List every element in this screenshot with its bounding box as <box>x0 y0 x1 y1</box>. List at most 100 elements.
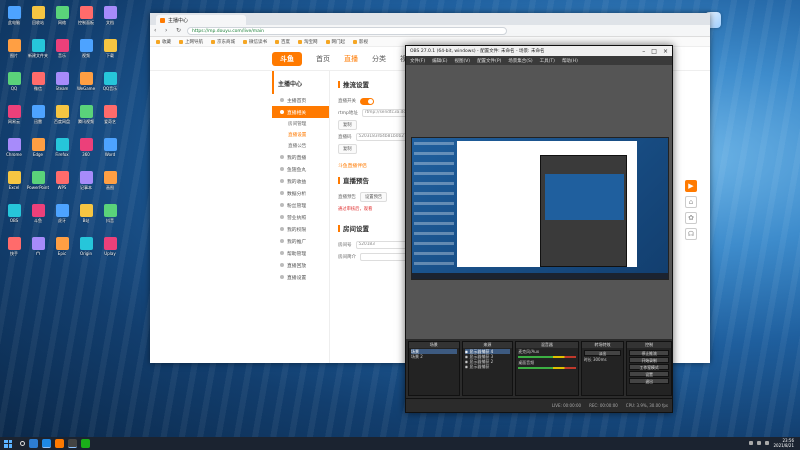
refresh-icon[interactable]: ↻ <box>176 27 182 34</box>
home-icon[interactable]: ⌂ <box>685 196 697 208</box>
desktop-icon[interactable]: 视频 <box>74 39 98 67</box>
bookmark-item[interactable]: 淘宝网 <box>298 39 318 45</box>
sidebar-item[interactable]: 数据分析 <box>272 187 329 199</box>
desktop-icon[interactable]: 网易云 <box>2 105 26 133</box>
obs-menu-item[interactable]: 编辑(E) <box>432 58 447 64</box>
desktop-icon[interactable]: 文档 <box>98 6 122 34</box>
desktop-icon[interactable]: WeGame <box>74 72 98 100</box>
search-icon[interactable] <box>20 441 25 446</box>
sidebar-item[interactable]: 鱼翅鱼丸 <box>272 163 329 175</box>
bookmark-item[interactable]: 京东商城 <box>211 39 235 45</box>
ime-icon[interactable] <box>765 441 770 445</box>
start-button[interactable] <box>4 439 12 448</box>
desktop-icon[interactable]: 百度网盘 <box>50 105 74 133</box>
desktop-icon[interactable]: 斗鱼 <box>26 204 50 232</box>
desktop-icon[interactable]: Word <box>98 138 122 166</box>
close-icon[interactable]: × <box>663 48 668 55</box>
desktop-icon[interactable]: 抖音 <box>98 204 122 232</box>
obs-menu-item[interactable]: 配置文件(P) <box>477 58 501 64</box>
sidebar-item[interactable]: 直播回放 <box>272 259 329 271</box>
desktop-icon[interactable]: QQ音乐 <box>98 72 122 100</box>
volume-icon[interactable] <box>757 441 762 445</box>
clock[interactable]: 23:56 2021/8/21 <box>773 438 794 448</box>
desktop-icon[interactable]: YY <box>26 237 50 265</box>
browser-taskbar-icon[interactable] <box>42 439 51 448</box>
scene-item[interactable]: 场景 2 <box>411 354 457 359</box>
desktop-icon[interactable]: Chrome <box>2 138 26 166</box>
desktop-icon[interactable]: QQ <box>2 72 26 100</box>
desktop-icon[interactable]: Edge <box>26 138 50 166</box>
desktop-icon[interactable]: 腾讯视频 <box>74 105 98 133</box>
desktop-icon[interactable]: 控制面板 <box>74 6 98 34</box>
gift-icon[interactable]: ✿ <box>685 212 697 224</box>
obs-menu-item[interactable]: 场景集合(S) <box>508 58 532 64</box>
sidebar-item[interactable]: 我的收益 <box>272 175 329 187</box>
desktop-icon[interactable]: 图片 <box>2 39 26 67</box>
duration-value[interactable]: 300ms <box>593 357 607 362</box>
bookmark-item[interactable]: 上网导航 <box>179 39 203 45</box>
minimize-icon[interactable]: – <box>642 48 645 55</box>
obs-control-button[interactable]: 工作室模式 <box>629 364 669 370</box>
desktop-icon[interactable]: 迅雷 <box>26 105 50 133</box>
sidebar-item[interactable]: 粉丝管理 <box>272 199 329 211</box>
obs-control-button[interactable]: 设置 <box>629 371 669 377</box>
desktop-icon[interactable]: 音乐 <box>50 39 74 67</box>
desktop-icon[interactable]: 记事本 <box>74 171 98 199</box>
headset-icon[interactable]: ☊ <box>685 228 697 240</box>
douyu-taskbar-icon[interactable] <box>55 439 64 448</box>
obs-menu-item[interactable]: 帮助(H) <box>562 58 578 64</box>
play-icon[interactable]: ▶ <box>685 180 697 192</box>
sidebar-item[interactable]: 主播首页 <box>272 94 329 106</box>
copy-rtmp-button[interactable]: 复制 <box>338 120 357 130</box>
obs-control-button[interactable]: 开始录制 <box>629 357 669 363</box>
sidebar-item[interactable]: 我的权限 <box>272 223 329 235</box>
douyu-logo[interactable]: 斗鱼 <box>272 51 302 66</box>
desktop-icon[interactable]: 快手 <box>2 237 26 265</box>
desktop-icon[interactable]: Uplay <box>98 237 122 265</box>
desktop-icon[interactable]: WPS <box>50 171 74 199</box>
live-toggle[interactable] <box>360 97 374 105</box>
set-preview-button[interactable]: 设置预告 <box>360 192 388 202</box>
bookmark-item[interactable]: 百度 <box>275 39 290 45</box>
desktop-icon[interactable]: 虎牙 <box>50 204 74 232</box>
site-nav-item[interactable]: 首页 <box>316 54 330 64</box>
desktop-icon[interactable]: 360 <box>74 138 98 166</box>
bookmark-item[interactable]: 微信读书 <box>243 39 267 45</box>
desktop-icon[interactable]: B站 <box>74 204 98 232</box>
sidebar-subitem[interactable]: 直播设置 <box>272 129 329 140</box>
sidebar-item[interactable]: 直播相关 <box>272 106 329 118</box>
taskview-icon[interactable] <box>29 439 38 448</box>
bookmark-item[interactable]: 影视 <box>353 39 368 45</box>
desktop-icon[interactable]: OBS <box>2 204 26 232</box>
desktop-icon[interactable]: PowerPoint <box>26 171 50 199</box>
wechat-taskbar-icon[interactable] <box>81 439 90 448</box>
sidebar-item[interactable]: 我的推广 <box>272 235 329 247</box>
browser-tab[interactable]: 主播中心 <box>156 15 246 25</box>
site-nav-item[interactable]: 分类 <box>372 54 386 64</box>
bookmark-item[interactable]: 网门起 <box>325 39 345 45</box>
desktop-icon[interactable]: Epic <box>50 237 74 265</box>
sidebar-item[interactable]: 帮助管理 <box>272 247 329 259</box>
obs-menu-item[interactable]: 视图(V) <box>454 58 470 64</box>
back-icon[interactable]: ‹ <box>154 27 160 34</box>
source-item[interactable]: ◉ 显示器捕获 <box>465 364 511 369</box>
desktop-icon[interactable]: 新建文件夹 <box>26 39 50 67</box>
desktop-icon[interactable]: 爱奇艺 <box>98 105 122 133</box>
transition-select[interactable]: 淡出 <box>583 350 622 356</box>
sidebar-subitem[interactable]: 直播公告 <box>272 140 329 151</box>
desktop-icon[interactable]: 下载 <box>98 39 122 67</box>
desktop-icon[interactable]: Steam <box>50 72 74 100</box>
desktop-icon[interactable]: 回收站 <box>26 6 50 34</box>
desktop-icon[interactable]: 网络 <box>50 6 74 34</box>
obs-menu-item[interactable]: 文件(F) <box>410 58 425 64</box>
desktop-icon[interactable]: 画图 <box>98 171 122 199</box>
sidebar-item[interactable]: 直播设置 <box>272 271 329 283</box>
obs-menu-item[interactable]: 工具(T) <box>540 58 555 64</box>
douyu-assistant-badge[interactable]: 斗鱼直播伴侣 <box>338 162 367 169</box>
desktop-icon[interactable]: 微信 <box>26 72 50 100</box>
site-nav-item[interactable]: 直播 <box>344 54 358 64</box>
maximize-icon[interactable]: □ <box>651 48 657 55</box>
sidebar-item[interactable]: 营业执照 <box>272 211 329 223</box>
desktop-icon[interactable]: Excel <box>2 171 26 199</box>
sidebar-subitem[interactable]: 房间管理 <box>272 118 329 129</box>
